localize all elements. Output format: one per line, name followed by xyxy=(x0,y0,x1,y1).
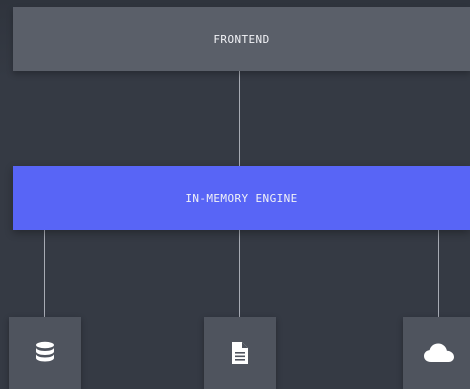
database-icon xyxy=(34,341,56,365)
connector-frontend-engine xyxy=(239,71,240,166)
connector-engine-cloud xyxy=(438,230,439,317)
frontend-label: FRONTEND xyxy=(213,32,270,46)
connector-engine-document xyxy=(239,230,240,317)
connector-engine-database xyxy=(44,230,45,317)
cloud-icon xyxy=(423,342,455,364)
architecture-diagram: FRONTEND IN-MEMORY ENGINE xyxy=(0,0,470,389)
in-memory-engine-node: IN-MEMORY ENGINE xyxy=(13,166,470,230)
document-icon xyxy=(230,341,250,365)
engine-label: IN-MEMORY ENGINE xyxy=(185,191,298,205)
document-node xyxy=(204,317,276,389)
cloud-node xyxy=(403,317,470,389)
frontend-node: FRONTEND xyxy=(13,7,470,71)
database-node xyxy=(9,317,81,389)
